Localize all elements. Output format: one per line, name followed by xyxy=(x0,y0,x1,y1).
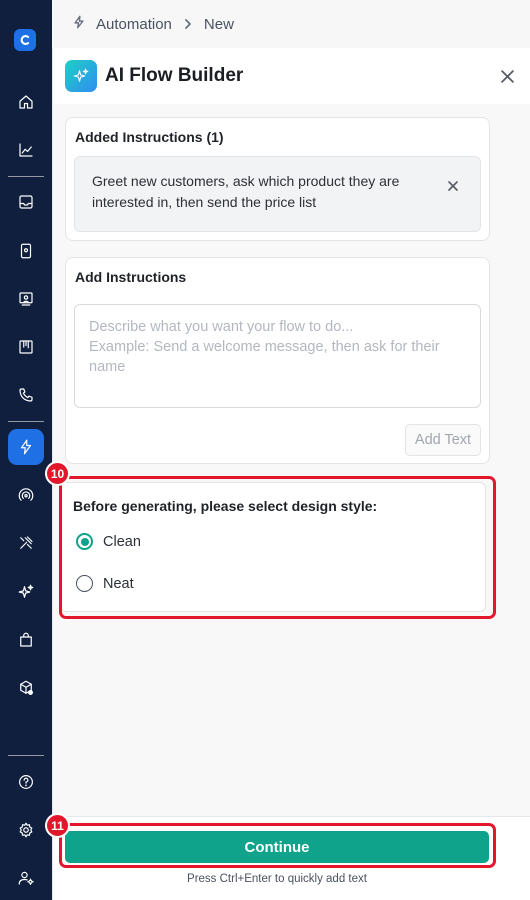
added-instructions-card: Added Instructions (1) Greet new custome… xyxy=(65,117,490,241)
ai-flow-builder-panel: AI Flow Builder Added Instructions (1) G… xyxy=(45,48,530,900)
inbox-icon[interactable] xyxy=(8,184,44,220)
close-icon[interactable] xyxy=(497,66,517,86)
home-icon[interactable] xyxy=(8,84,44,120)
sidebar-divider xyxy=(8,176,44,177)
sidebar-divider xyxy=(8,421,44,422)
add-instructions-title: Add Instructions xyxy=(75,269,187,285)
step-badge: 10 xyxy=(45,461,70,486)
store-icon[interactable] xyxy=(8,622,44,658)
chevron-right-icon xyxy=(182,18,194,30)
ai-sparkle-icon xyxy=(65,60,97,92)
ai-sparkle-icon[interactable] xyxy=(8,574,44,610)
added-instructions-title: Added Instructions (1) xyxy=(75,129,224,145)
logo-icon[interactable] xyxy=(14,29,36,51)
breadcrumb-current: New xyxy=(203,15,234,33)
breadcrumb: Automation New xyxy=(52,0,530,48)
remove-instruction-icon[interactable] xyxy=(446,179,460,193)
board-icon[interactable] xyxy=(8,329,44,365)
package-icon[interactable] xyxy=(8,670,44,706)
instructions-textarea[interactable]: Describe what you want your flow to do..… xyxy=(74,304,481,408)
signal-icon[interactable] xyxy=(8,477,44,513)
calls-icon[interactable] xyxy=(8,377,44,413)
highlight-box-continue xyxy=(59,823,496,868)
add-text-button[interactable]: Add Text xyxy=(405,424,481,456)
breadcrumb-automation[interactable]: Automation xyxy=(96,16,172,33)
settings-icon[interactable] xyxy=(8,812,44,848)
add-instructions-card: Add Instructions Describe what you want … xyxy=(65,257,490,464)
analytics-icon[interactable] xyxy=(8,132,44,168)
instruction-item: Greet new customers, ask which product t… xyxy=(74,156,481,232)
instruction-text: Greet new customers, ask which product t… xyxy=(92,173,400,210)
highlight-box-style xyxy=(59,476,496,619)
tools-icon[interactable] xyxy=(8,525,44,561)
panel-title: AI Flow Builder xyxy=(105,65,244,86)
shortcut-hint: Press Ctrl+Enter to quickly add text xyxy=(187,873,367,885)
automation-icon xyxy=(72,15,86,33)
automation-icon[interactable] xyxy=(8,429,44,465)
user-settings-icon[interactable] xyxy=(8,860,44,896)
instructions-placeholder: Describe what you want your flow to do..… xyxy=(89,319,440,375)
panel-header: AI Flow Builder xyxy=(53,48,530,104)
sidebar xyxy=(0,0,52,900)
contacts-icon[interactable] xyxy=(8,233,44,269)
help-icon[interactable] xyxy=(8,764,44,800)
sidebar-divider xyxy=(8,755,44,756)
broadcast-icon[interactable] xyxy=(8,281,44,317)
step-badge: 11 xyxy=(45,813,70,838)
